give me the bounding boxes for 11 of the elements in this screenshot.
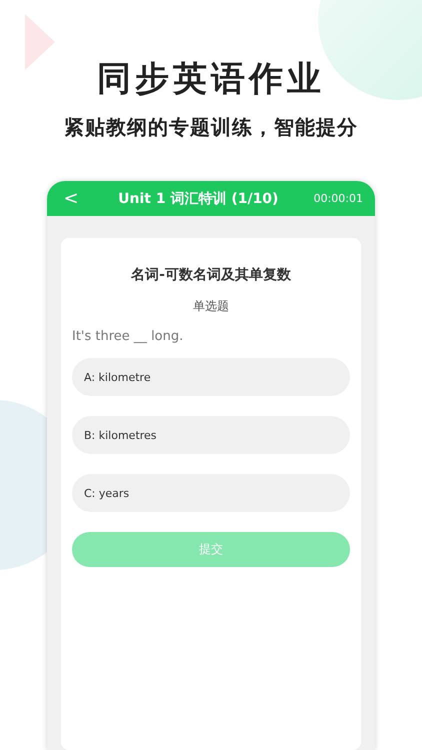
subheadline: 紧贴教纲的专题训练，智能提分: [64, 114, 358, 141]
question-type: 单选题: [192, 298, 230, 315]
topic-title: 名词-可数名词及其单复数: [130, 266, 292, 284]
answer-option[interactable]: A: kilometre: [72, 358, 350, 396]
triangle-decoration: [25, 14, 55, 70]
answer-option[interactable]: B: kilometres: [72, 416, 350, 454]
answer-option[interactable]: C: years: [72, 474, 350, 512]
header-title: Unit 1 词汇特训 (1/10): [117, 190, 280, 208]
question-text: It's three __ long.: [72, 329, 184, 344]
timer: 00:00:01: [314, 192, 363, 205]
headline: 同步英语作业: [97, 58, 325, 101]
